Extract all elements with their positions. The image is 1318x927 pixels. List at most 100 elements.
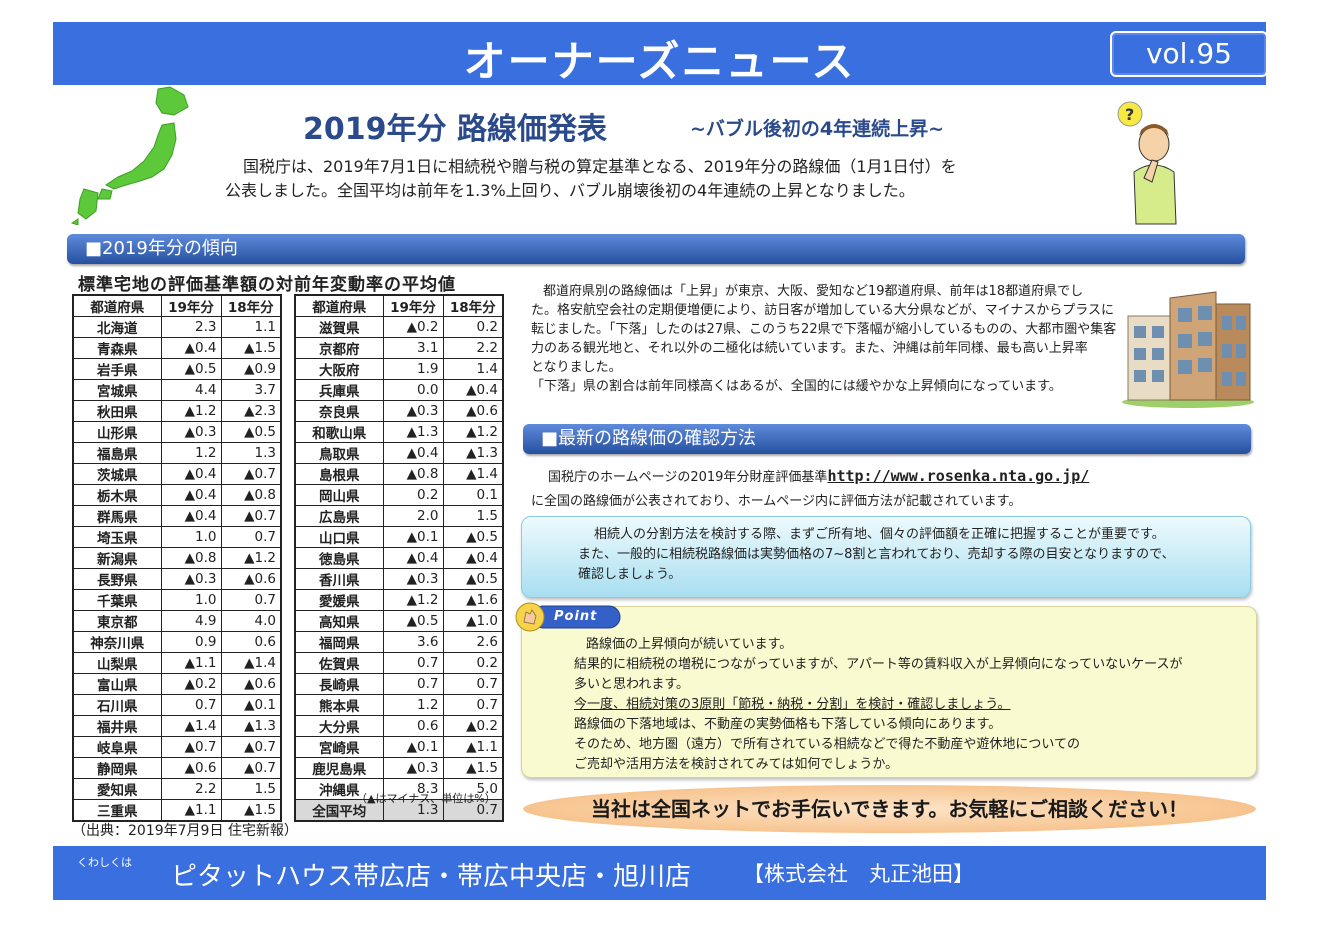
trend-paragraph: 都道府県別の路線価は「上昇」が東京、大阪、愛知など19都道府県、前年は18都道府… [531,282,1121,396]
section-trend-header: ■2019年分の傾向 [67,234,1245,264]
point-box: 路線価の上昇傾向が続いています。 結果的に相続税の増税につながっていますが、アパ… [521,606,1257,778]
rate-2018-cell: ▲1.5 [220,337,282,359]
rate-2018-cell: 1.3 [220,442,282,464]
prefecture-cell: 福井県 [72,715,162,737]
rate-2018-cell: ▲1.3 [220,715,282,737]
rate-2019-cell: ▲0.3 [382,400,444,422]
rate-2019-cell: 4.9 [160,610,222,632]
rosenka-url-link[interactable]: http://www.rosenka.nta.go.jp/ [827,467,1089,485]
table-row: 鹿児島県 ▲0.3 ▲1.5 [294,757,504,779]
rate-2019-cell: ▲0.3 [160,568,222,590]
rate-2018-cell: 2.2 [442,337,504,359]
footer-company: 【株式会社 丸正池田】 [743,862,974,886]
rate-2019-cell: 0.7 [160,694,222,716]
rate-2018-cell: ▲1.6 [442,589,504,611]
table-row: 兵庫県 0.0 ▲0.4 [294,379,504,401]
rate-2019-cell: ▲0.3 [160,421,222,443]
rosenka-info-line: 国税庁のホームページの2019年分財産評価基準http://www.rosenk… [548,466,1089,485]
advice-box: 相続人の分割方法を検討する際、まずご所有地、個々の評価額を正確に把握することが重… [521,516,1251,598]
trend-line: 「下落」県の割合は前年同様高くはあるが、全国的には緩やかな上昇傾向になっています… [531,379,1062,394]
prefecture-cell: 鳥取県 [294,442,384,464]
rate-2018-cell: ▲0.4 [442,379,504,401]
rate-2019-cell: 1.9 [382,358,444,380]
table-row: 山形県 ▲0.3 ▲0.5 [72,421,282,443]
prefecture-cell: 奈良県 [294,400,384,422]
prefecture-cell: 秋田県 [72,400,162,422]
rate-2018-cell: 1.5 [442,505,504,527]
rate-2018-cell: 0.7 [442,673,504,695]
intro-line: 公表しました。全国平均は前年を1.3%上回り、バブル崩壊後初の4年連続の上昇とな… [225,181,915,200]
table-row: 富山県 ▲0.2 ▲0.6 [72,673,282,695]
table-row: 大分県 0.6 ▲0.2 [294,715,504,737]
footer-stores: ピタットハウス帯広店・帯広中央店・旭川店 [171,862,692,892]
rate-2019-cell: 2.3 [160,316,222,338]
prefecture-cell: 山形県 [72,421,162,443]
headline-title: 2019年分 路線価発表 [303,112,607,147]
rate-2018-cell: ▲0.7 [220,463,282,485]
table-row: 群馬県 ▲0.4 ▲0.7 [72,505,282,527]
prefecture-cell: 広島県 [294,505,384,527]
table-row: 滋賀県 ▲0.2 0.2 [294,316,504,338]
rate-2019-cell: ▲0.5 [160,358,222,380]
rate-2019-cell: ▲0.3 [382,757,444,779]
rates-table-right: 都道府県 19年分 18年分 滋賀県 ▲0.2 0.2 京都府 3.1 2.2 大阪府 1.9… [294,294,504,822]
table-row: 新潟県 ▲0.8 ▲1.2 [72,547,282,569]
point-line: 多いと思われます。 [574,677,690,692]
rate-2018-cell: 0.1 [442,484,504,506]
rate-2019-cell: 1.2 [160,442,222,464]
table-row: 埼玉県 1.0 0.7 [72,526,282,548]
prefecture-cell: 鹿児島県 [294,757,384,779]
table-row: 三重県 ▲1.1 ▲1.5 [72,799,282,822]
rate-2019-cell: 0.7 [382,652,444,674]
rate-2018-cell: ▲1.4 [220,652,282,674]
prefecture-cell: 東京都 [72,610,162,632]
rate-2019-cell: ▲0.4 [382,547,444,569]
table-row: 徳島県 ▲0.4 ▲0.4 [294,547,504,569]
apartment-building-icon [1122,291,1254,408]
rate-2019-cell: 0.9 [160,631,222,653]
prefecture-cell: 長崎県 [294,673,384,695]
prefecture-cell: 大分県 [294,715,384,737]
prefecture-cell: 兵庫県 [294,379,384,401]
rate-2019-cell: 0.7 [382,673,444,695]
section-check-method-header: ■最新の路線価の確認方法 [523,424,1251,454]
table-row: 東京都 4.9 4.0 [72,610,282,632]
table-row: 和歌山県 ▲1.3 ▲1.2 [294,421,504,443]
prefecture-cell: 北海道 [72,316,162,338]
rate-2018-cell: 0.2 [442,316,504,338]
prefecture-cell: 新潟県 [72,547,162,569]
table-row: 秋田県 ▲1.2 ▲2.3 [72,400,282,422]
column-header: 都道府県 [72,294,162,317]
prefecture-cell: 埼玉県 [72,526,162,548]
column-header: 19年分 [160,294,222,317]
prefecture-cell: 福島県 [72,442,162,464]
rate-2018-cell: ▲1.4 [442,463,504,485]
rate-2018-cell: ▲0.7 [220,736,282,758]
table-row: 岐阜県 ▲0.7 ▲0.7 [72,736,282,758]
table-row: 宮城県 4.4 3.7 [72,379,282,401]
rate-2019-cell: ▲1.1 [160,652,222,674]
table-title: 標準宅地の評価基準額の対前年変動率の平均値 [78,275,456,295]
rate-2018-cell: ▲0.2 [442,715,504,737]
table-row: 長野県 ▲0.3 ▲0.6 [72,568,282,590]
rate-2019-cell: ▲0.2 [160,673,222,695]
rate-2018-cell: ▲2.3 [220,400,282,422]
point-line: 路線価の下落地域は、不動産の実勢価格も下落している傾向にあります。 [574,717,1002,732]
column-header: 都道府県 [294,294,384,317]
rate-2019-cell: ▲0.4 [160,463,222,485]
prefecture-cell: 愛媛県 [294,589,384,611]
newsletter-title: オーナーズニュース [463,37,856,86]
source-citation: （出典：2019年7月9日 住宅新報） [72,823,298,839]
rate-2018-cell: ▲0.7 [220,505,282,527]
rates-table-left: 都道府県 19年分 18年分 北海道 2.3 1.1 青森県 ▲0.4 ▲1.5 岩手県 ▲0… [72,294,282,822]
rate-2019-cell: ▲0.7 [160,736,222,758]
rate-2018-cell: ▲0.5 [442,526,504,548]
table-row: 神奈川県 0.9 0.6 [72,631,282,653]
trend-line: となりました。 [531,360,622,375]
prefecture-cell: 京都府 [294,337,384,359]
point-line: 結果的に相続税の増税につながっていますが、アパート等の賃料収入が上昇傾向になって… [574,657,1183,672]
prefecture-cell: 福岡県 [294,631,384,653]
rate-2019-cell: 1.0 [160,526,222,548]
table-row: 島根県 ▲0.8 ▲1.4 [294,463,504,485]
rate-2018-cell: ▲0.8 [220,484,282,506]
